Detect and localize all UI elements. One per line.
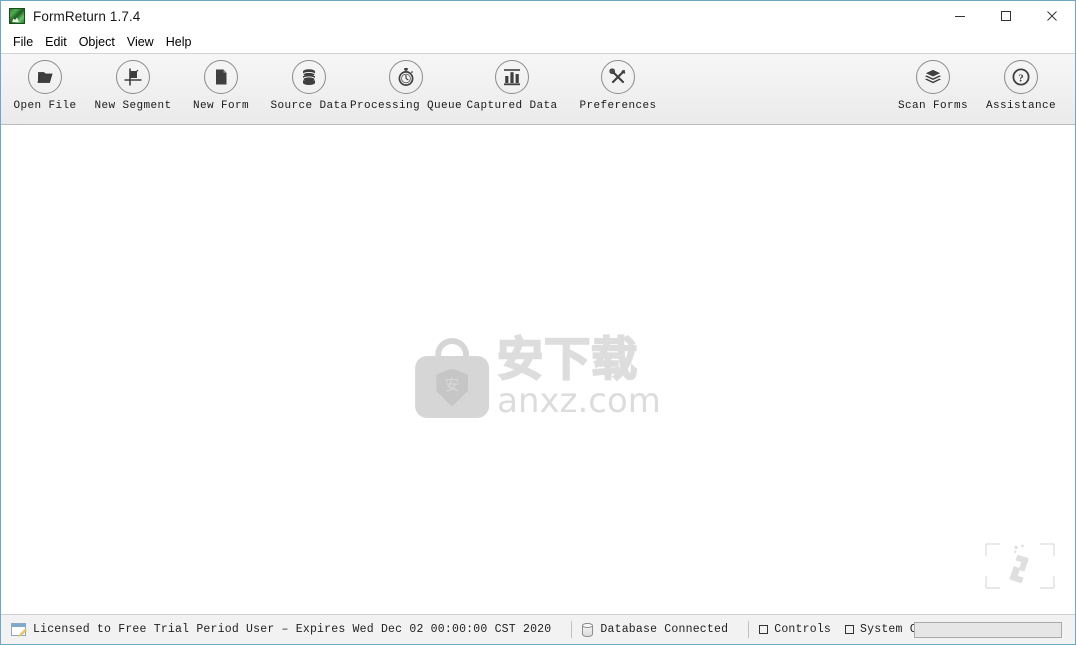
toolbar-label-new-segment: New Segment bbox=[94, 100, 172, 112]
close-icon bbox=[1047, 11, 1057, 21]
minimize-icon bbox=[955, 16, 965, 17]
window-title: FormReturn 1.7.4 bbox=[33, 8, 141, 24]
layers-scan-icon bbox=[924, 69, 942, 84]
toolbar-button-open-file[interactable]: Open File bbox=[1, 54, 89, 112]
status-toggle-controls-label: Controls bbox=[774, 623, 832, 636]
toolbar-label-open-file: Open File bbox=[13, 100, 77, 112]
application-window: FormReturn 1.7.4 File Edit Object View H… bbox=[0, 0, 1076, 645]
license-certificate-icon bbox=[11, 623, 26, 636]
tools-cross-icon bbox=[609, 68, 626, 84]
toolbar-button-processing-queue[interactable]: Processing Queue bbox=[349, 54, 463, 112]
processing-queue-icon-circle bbox=[389, 60, 423, 94]
toolbar-label-processing-queue: Processing Queue bbox=[349, 100, 463, 112]
main-toolbar: Open File New Segment New Form Source Da… bbox=[1, 53, 1075, 125]
formreturn-app-icon bbox=[9, 8, 25, 24]
maximize-button[interactable] bbox=[983, 1, 1029, 31]
watermark-text-block: 安下载 anxz.com bbox=[496, 332, 661, 422]
license-status-cell: Licensed to Free Trial Period User – Exp… bbox=[11, 623, 561, 636]
captured-data-icon-circle bbox=[495, 60, 529, 94]
minimize-button[interactable] bbox=[937, 1, 983, 31]
scan-frame-placeholder-icon bbox=[984, 542, 1056, 590]
toolbar-label-source-data: Source Data bbox=[270, 100, 348, 112]
close-button[interactable] bbox=[1029, 1, 1075, 31]
bar-chart-icon bbox=[504, 69, 520, 86]
toolbar-label-preferences: Preferences bbox=[579, 100, 657, 112]
source-data-icon-circle bbox=[292, 60, 326, 94]
new-segment-icon-circle bbox=[116, 60, 150, 94]
status-toggle-controls[interactable]: Controls bbox=[759, 623, 831, 636]
toolbar-label-scan-forms: Scan Forms bbox=[897, 100, 968, 112]
toolbar-left-group: Open File New Segment New Form Source Da… bbox=[1, 54, 671, 112]
database-status-cell: Database Connected bbox=[582, 622, 738, 637]
status-separator-1 bbox=[571, 621, 573, 638]
menu-item-view[interactable]: View bbox=[121, 33, 160, 51]
window-controls bbox=[937, 1, 1075, 31]
database-cylinder-icon bbox=[582, 622, 594, 637]
database-status-text: Database Connected bbox=[600, 623, 729, 636]
database-stack-icon bbox=[302, 69, 316, 85]
watermark-shield: 安 bbox=[436, 368, 469, 407]
scan-forms-icon-circle bbox=[916, 60, 950, 94]
toolbar-label-new-form: New Form bbox=[192, 100, 249, 112]
menu-item-object[interactable]: Object bbox=[73, 33, 121, 51]
watermark-bag-body bbox=[415, 355, 490, 418]
menu-bar: File Edit Object View Help bbox=[1, 31, 1075, 53]
toolbar-button-new-form[interactable]: New Form bbox=[177, 54, 265, 112]
watermark-shield-char: 安 bbox=[444, 376, 460, 395]
toolbar-button-new-segment[interactable]: New Segment bbox=[89, 54, 177, 112]
status-separator-2 bbox=[748, 621, 750, 638]
toolbar-label-assistance: Assistance bbox=[985, 100, 1056, 112]
checkbox-square-icon bbox=[845, 625, 855, 634]
maximize-icon bbox=[1001, 11, 1011, 21]
open-folder-icon bbox=[37, 72, 53, 83]
menu-item-edit[interactable]: Edit bbox=[39, 33, 73, 51]
title-bar: FormReturn 1.7.4 bbox=[1, 1, 1075, 31]
document-page-icon bbox=[216, 69, 227, 85]
menu-item-help[interactable]: Help bbox=[160, 33, 198, 51]
question-mark-icon: ? bbox=[1012, 68, 1030, 86]
toolbar-right-group: Scan Forms ? Assistance bbox=[889, 54, 1065, 112]
stopwatch-icon bbox=[398, 68, 414, 86]
watermark-url-text: anxz.com bbox=[497, 381, 661, 422]
watermark-bag-handle bbox=[435, 337, 470, 364]
toolbar-button-scan-forms[interactable]: Scan Forms bbox=[889, 54, 977, 112]
anxz-bag-shield-logo: 安 bbox=[415, 337, 490, 418]
main-content-area[interactable]: 安 安下载 anxz.com bbox=[1, 125, 1075, 614]
title-bar-left: FormReturn 1.7.4 bbox=[1, 8, 140, 24]
svg-text:?: ? bbox=[1018, 72, 1024, 84]
checkbox-square-icon bbox=[759, 625, 769, 634]
toolbar-button-preferences[interactable]: Preferences bbox=[565, 54, 671, 112]
segment-marker-icon bbox=[124, 68, 142, 86]
assistance-icon-circle: ? bbox=[1004, 60, 1038, 94]
watermark-chinese-text: 安下载 bbox=[496, 332, 639, 386]
toolbar-button-source-data[interactable]: Source Data bbox=[265, 54, 353, 112]
anxz-watermark: 安 安下载 anxz.com bbox=[415, 332, 661, 422]
open-file-icon-circle bbox=[28, 60, 62, 94]
license-status-text: Licensed to Free Trial Period User – Exp… bbox=[33, 623, 552, 636]
toolbar-button-captured-data[interactable]: Captured Data bbox=[459, 54, 565, 112]
status-progress-bar bbox=[914, 622, 1062, 638]
new-form-icon-circle bbox=[204, 60, 238, 94]
status-bar: Licensed to Free Trial Period User – Exp… bbox=[1, 614, 1075, 644]
toolbar-label-captured-data: Captured Data bbox=[466, 100, 558, 112]
menu-item-file[interactable]: File bbox=[7, 33, 39, 51]
toolbar-button-assistance[interactable]: ? Assistance bbox=[977, 54, 1065, 112]
preferences-icon-circle bbox=[601, 60, 635, 94]
